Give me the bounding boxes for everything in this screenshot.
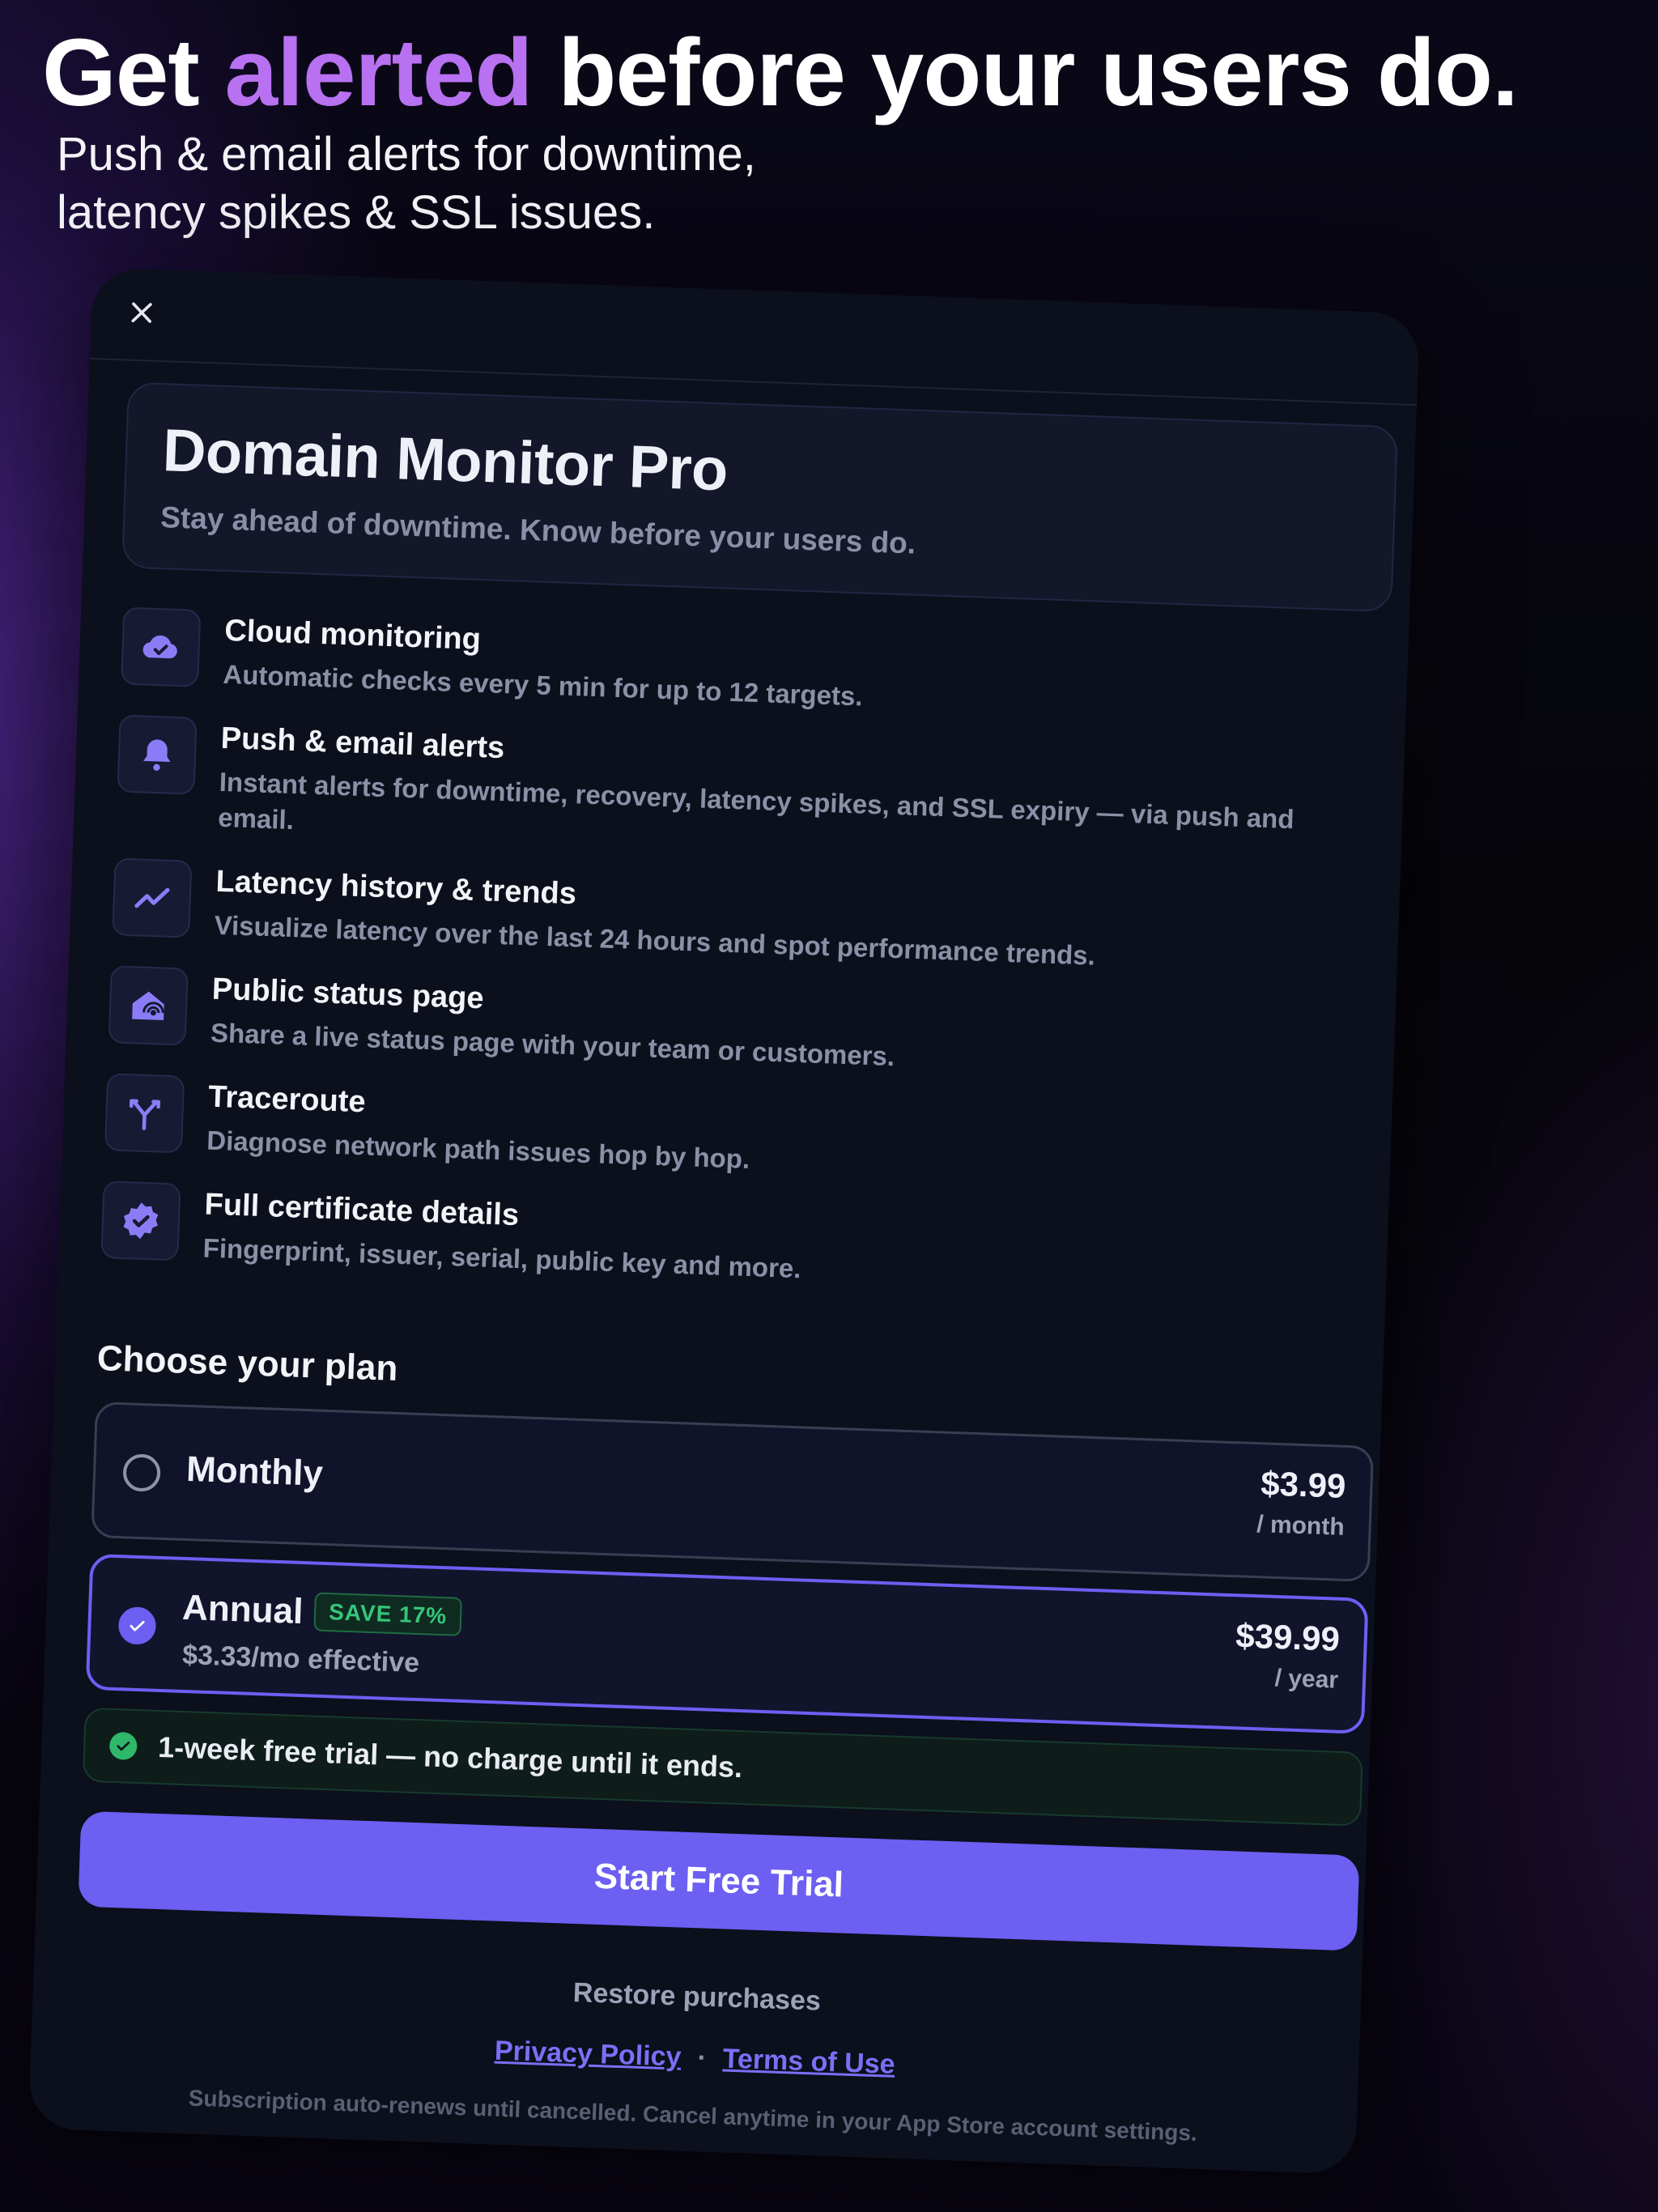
savings-badge: SAVE 17% <box>313 1592 462 1636</box>
feature-certificate-details: Full certificate details Fingerprint, is… <box>100 1180 1366 1306</box>
terms-of-use-link[interactable]: Terms of Use <box>722 2044 895 2080</box>
product-hero: Domain Monitor Pro Stay ahead of downtim… <box>121 381 1399 613</box>
feature-traceroute: Traceroute Diagnose network path issues … <box>104 1073 1370 1198</box>
privacy-policy-link[interactable]: Privacy Policy <box>494 2035 682 2073</box>
start-free-trial-button[interactable]: Start Free Trial <box>78 1810 1360 1951</box>
radio-selected-icon[interactable] <box>117 1606 157 1645</box>
feature-latency-history: Latency history & trends Visualize laten… <box>112 857 1377 983</box>
trend-chart-icon <box>112 857 193 938</box>
headline-accent: alerted <box>224 19 534 126</box>
headline-start: Get <box>42 19 225 126</box>
headline: Get alerted before your users do. <box>42 18 1519 128</box>
feature-alerts: Push & email alerts Instant alerts for d… <box>116 714 1382 875</box>
bell-icon <box>117 714 198 795</box>
subheadline: Push & email alerts for downtime, latenc… <box>57 125 1190 242</box>
plan-option-monthly[interactable]: Monthly $3.99 / month <box>91 1401 1375 1583</box>
link-separator: · <box>696 2042 708 2074</box>
paywall-sheet: Domain Monitor Pro Stay ahead of downtim… <box>28 267 1421 2175</box>
paywall-card: Domain Monitor Pro Stay ahead of downtim… <box>28 267 1421 2175</box>
broadcast-house-icon <box>108 965 189 1046</box>
subheadline-line-2: latency spikes & SSL issues. <box>57 186 656 239</box>
headline-end: before your users do. <box>532 19 1519 126</box>
close-icon <box>131 302 152 323</box>
plan-option-annual[interactable]: Annual SAVE 17% $3.33/mo effective $39.9… <box>85 1553 1369 1734</box>
restore-purchases-link[interactable]: Restore purchases <box>33 1959 1361 2036</box>
feature-status-page: Public status page Share a live status p… <box>108 965 1373 1091</box>
plan-price: $3.99 <box>1260 1464 1347 1505</box>
split-path-icon <box>104 1073 185 1154</box>
legal-links: Privacy Policy · Terms of Use <box>31 2019 1358 2097</box>
plan-period: / month <box>1256 1511 1346 1541</box>
radio-unselected-icon[interactable] <box>122 1453 161 1492</box>
subheadline-line-1: Push & email alerts for downtime, <box>57 128 756 181</box>
cloud-check-icon <box>121 606 202 687</box>
plan-name: Monthly <box>185 1448 324 1494</box>
close-button[interactable] <box>117 287 167 338</box>
plan-price: $39.99 <box>1235 1616 1341 1658</box>
check-circle-icon <box>108 1731 138 1760</box>
plan-name: Annual <box>181 1587 304 1632</box>
trial-notice-text: 1-week free trial — no charge until it e… <box>157 1729 743 1784</box>
feature-cloud-monitoring: Cloud monitoring Automatic checks every … <box>121 606 1386 733</box>
plan-heading: Choose your plan <box>96 1338 399 1389</box>
plan-period: / year <box>1274 1665 1339 1694</box>
verified-badge-icon <box>100 1180 181 1261</box>
feature-list: Cloud monitoring Automatic checks every … <box>100 606 1386 1307</box>
plan-effective-price: $3.33/mo effective <box>181 1639 420 1679</box>
